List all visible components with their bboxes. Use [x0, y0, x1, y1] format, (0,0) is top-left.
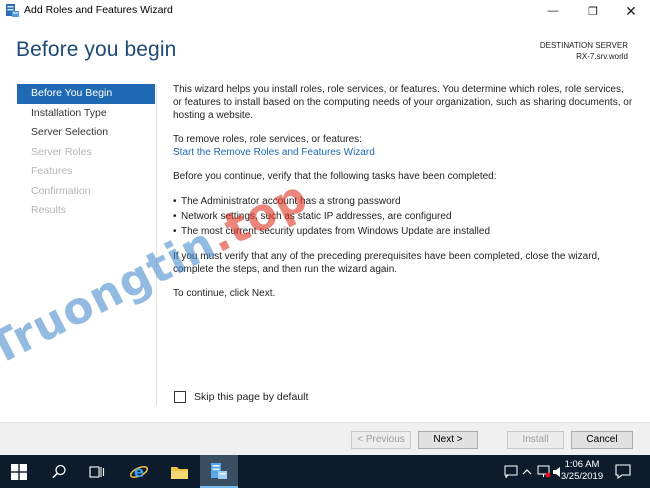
destination-server-name: RX-7.srv.world — [576, 52, 628, 61]
task-view-icon — [89, 465, 105, 478]
network-icon — [537, 465, 551, 478]
clock-time: 1:06 AM — [564, 459, 600, 470]
list-item: Network settings, such as static IP addr… — [173, 209, 635, 224]
wizard-content: This wizard helps you install roles, rol… — [173, 83, 635, 311]
file-explorer-button[interactable] — [160, 455, 198, 488]
skip-page-label[interactable]: Skip this page by default — [194, 391, 308, 403]
server-manager-app-icon — [6, 4, 19, 17]
intro-text: This wizard helps you install roles, rol… — [173, 84, 633, 121]
previous-button: < Previous — [351, 431, 411, 449]
nav-item-server-roles: Server Roles — [31, 145, 92, 158]
title-bar: Add Roles and Features Wizard — ❐ ✕ — [0, 0, 650, 22]
start-button[interactable] — [0, 455, 38, 488]
maximize-button[interactable]: ❐ — [576, 0, 610, 22]
wizard-footer: < Previous Next > Install Cancel — [0, 422, 650, 455]
server-manager-button[interactable] — [200, 455, 238, 488]
install-button: Install — [507, 431, 564, 449]
remove-wizard-link[interactable]: Start the Remove Roles and Features Wiza… — [173, 146, 635, 159]
next-button[interactable]: Next > — [418, 431, 478, 449]
people-tray-icon[interactable] — [504, 455, 518, 488]
nav-item-server-selection[interactable]: Server Selection — [17, 123, 155, 143]
task-view-button[interactable] — [78, 455, 116, 488]
prerequisite-list: The Administrator account has a strong p… — [173, 194, 635, 239]
nav-item-confirmation: Confirmation — [31, 184, 91, 197]
internet-explorer-icon: e — [129, 463, 149, 481]
list-item: The Administrator account has a strong p… — [173, 194, 635, 209]
remove-text: To remove roles, role services, or featu… — [173, 134, 362, 145]
prereq-text: If you must verify that any of the prece… — [173, 251, 600, 275]
remove-section: To remove roles, role services, or featu… — [173, 133, 635, 159]
search-icon — [51, 464, 66, 479]
nav-divider — [156, 84, 157, 406]
wizard-steps-nav: Before You Begin Installation Type Serve… — [17, 84, 155, 221]
taskbar: e 1:06 AM 3/25/2019 — [0, 455, 650, 488]
server-manager-icon — [211, 462, 227, 479]
destination-server-info: DESTINATION SERVER RX-7.srv.world — [540, 40, 628, 62]
minimize-button[interactable]: — — [536, 0, 570, 22]
close-button[interactable]: ✕ — [614, 0, 648, 22]
nav-item-installation-type[interactable]: Installation Type — [17, 104, 155, 124]
chevron-up-icon — [522, 468, 532, 474]
internet-explorer-button[interactable]: e — [120, 455, 158, 488]
verify-text: Before you continue, verify that the fol… — [173, 171, 497, 182]
cancel-button[interactable]: Cancel — [571, 431, 633, 449]
search-button[interactable] — [40, 455, 78, 488]
nav-item-results: Results — [31, 204, 67, 216]
notification-center-icon[interactable] — [614, 463, 632, 480]
network-tray-icon[interactable] — [537, 455, 551, 488]
windows-logo-icon — [11, 463, 27, 480]
nav-item-before-you-begin[interactable]: Before You Begin — [17, 84, 155, 104]
folder-icon — [170, 466, 188, 479]
svg-text:e: e — [134, 463, 144, 481]
system-clock[interactable]: 1:06 AM 3/25/2019 — [560, 459, 604, 483]
continue-text: To continue, click Next. — [173, 288, 276, 299]
clock-date: 3/25/2019 — [560, 471, 604, 482]
window-title: Add Roles and Features Wizard — [24, 4, 173, 16]
skip-page-option[interactable]: Skip this page by default — [174, 391, 308, 403]
list-item: The most current security updates from W… — [173, 224, 635, 239]
nav-item-features: Features — [31, 165, 73, 177]
skip-page-checkbox[interactable] — [174, 391, 186, 403]
destination-label: DESTINATION SERVER — [539, 41, 628, 50]
people-icon — [504, 465, 518, 478]
page-title: Before you begin — [16, 38, 177, 61]
show-hidden-icons-button[interactable] — [522, 455, 532, 488]
